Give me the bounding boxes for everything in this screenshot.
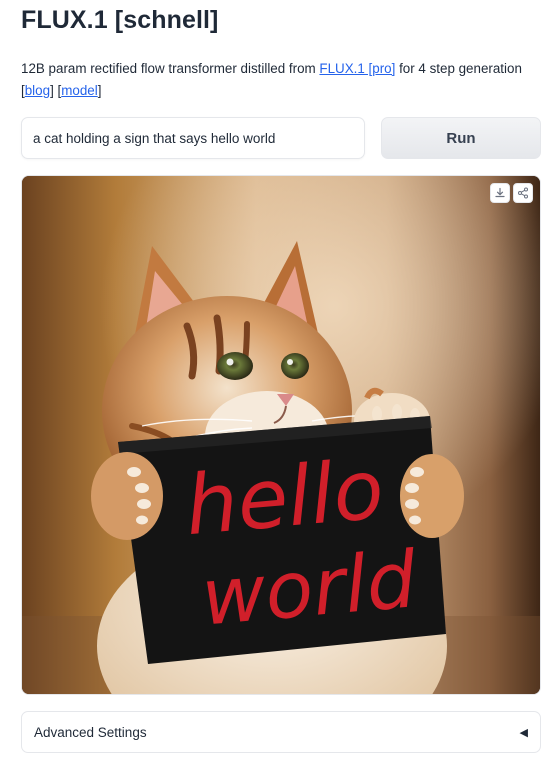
share-button[interactable] <box>513 183 533 203</box>
download-button[interactable] <box>490 183 510 203</box>
description-text-end: for 4 step generation <box>395 61 522 76</box>
sign-text-line-1: hello <box>182 442 388 554</box>
bracket: ] [ <box>50 83 62 98</box>
sign-text-line-2: world <box>198 535 420 643</box>
app-page: FLUX.1 [schnell] 12B param rectified flo… <box>0 0 559 765</box>
model-link[interactable]: model <box>61 83 97 98</box>
bracket: ] <box>97 83 102 98</box>
download-icon <box>495 187 505 198</box>
advanced-settings-label: Advanced Settings <box>34 724 147 740</box>
page-title: FLUX.1 [schnell] <box>21 6 219 34</box>
description: 12B param rectified flow transformer dis… <box>21 58 541 102</box>
advanced-settings-accordion[interactable]: Advanced Settings ◀ <box>21 711 541 753</box>
blog-link[interactable]: blog <box>25 83 50 98</box>
result-image-panel: hello world <box>21 175 541 695</box>
generated-image: hello world <box>22 176 540 694</box>
prompt-input[interactable] <box>22 118 364 158</box>
flux-pro-link[interactable]: FLUX.1 [pro] <box>319 61 395 76</box>
run-button[interactable]: Run <box>381 117 541 159</box>
collapse-arrow-icon: ◀ <box>519 726 528 739</box>
prompt-field <box>21 117 365 159</box>
description-text: 12B param rectified flow transformer dis… <box>21 61 320 76</box>
share-icon <box>518 187 528 199</box>
